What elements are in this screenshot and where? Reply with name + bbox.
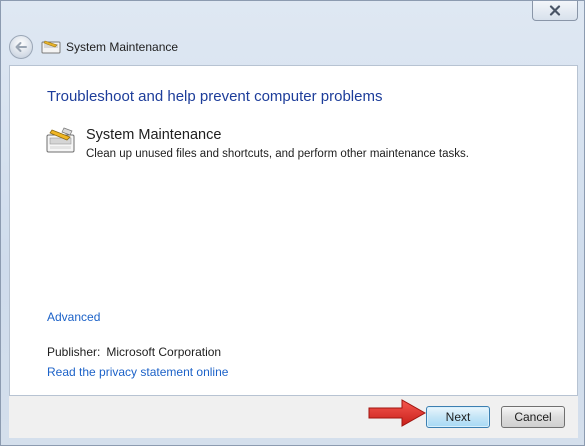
task-description: Clean up unused files and shortcuts, and… — [86, 148, 469, 160]
next-button[interactable]: Next — [426, 406, 490, 428]
close-icon — [549, 5, 561, 16]
system-maintenance-icon — [41, 40, 61, 54]
task-title: System Maintenance — [86, 127, 222, 143]
publisher-value: Microsoft Corporation — [106, 345, 222, 359]
button-footer: Next Cancel — [9, 396, 578, 438]
system-maintenance-icon — [46, 127, 75, 153]
page-heading: Troubleshoot and help prevent computer p… — [47, 88, 383, 105]
red-arrow-pointer-icon — [368, 399, 427, 427]
navigation-bar: System Maintenance — [9, 31, 569, 63]
window-title: System Maintenance — [66, 40, 179, 54]
content-panel: Troubleshoot and help prevent computer p… — [9, 65, 578, 396]
close-button[interactable] — [532, 1, 578, 21]
back-arrow-icon — [15, 42, 27, 52]
cancel-button[interactable]: Cancel — [501, 406, 565, 428]
troubleshooter-window: System Maintenance Troubleshoot and help… — [0, 0, 585, 446]
advanced-link[interactable]: Advanced — [47, 310, 100, 324]
privacy-statement-link[interactable]: Read the privacy statement online — [47, 365, 228, 379]
publisher-info: Publisher: Microsoft Corporation — [47, 345, 221, 359]
back-button[interactable] — [9, 35, 33, 59]
publisher-label: Publisher: — [47, 345, 101, 359]
